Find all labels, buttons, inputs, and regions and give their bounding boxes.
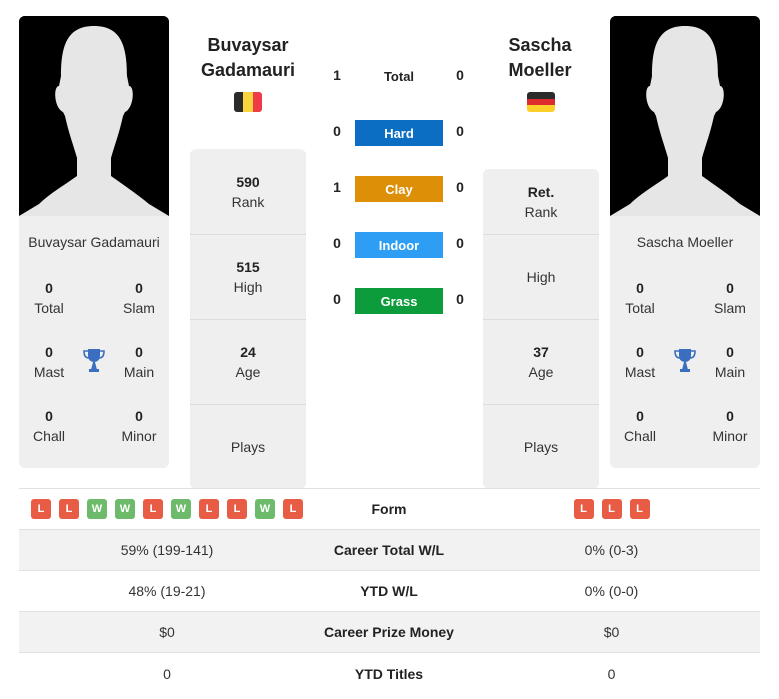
h2h-grass-p2: 0 [456, 291, 464, 307]
h2h-grass-p1: 0 [333, 291, 341, 307]
player2-titles-chall: 0 Chall [624, 408, 656, 444]
player2-titles-mast: 0 Mast [624, 344, 656, 380]
table-row: 48% (19-21) YTD W/L 0% (0-0) [19, 571, 760, 612]
player2-titles-main: 0 Main [714, 344, 746, 380]
table-row: 59% (199-141) Career Total W/L 0% (0-3) [19, 530, 760, 571]
germany-flag-icon [527, 92, 555, 112]
player-silhouette-icon [19, 16, 169, 216]
player1-card: Buvaysar Gadamauri 0 Total 0 Slam 0 Mast… [19, 16, 169, 468]
form-badge-win[interactable]: W [255, 499, 275, 519]
h2h-total-p1: 1 [333, 67, 341, 83]
player1-titles-slam: 0 Slam [123, 280, 155, 316]
player1-value: $0 [159, 624, 175, 640]
player2-titles-minor: 0 Minor [712, 408, 748, 444]
form-badge-loss[interactable]: L [573, 499, 594, 519]
player1-titles-chall: 0 Chall [33, 408, 65, 444]
surface-indoor[interactable]: Indoor [355, 232, 443, 258]
h2h-indoor-p1: 0 [333, 235, 341, 251]
form-badge-loss[interactable]: L [59, 499, 79, 519]
table-row-form: LLWWLWLLWL Form LLL [19, 489, 760, 530]
row-label: Career Prize Money [324, 624, 454, 640]
player1-value: 59% (199-141) [120, 542, 214, 558]
player1-form: LLWWLWLLWL [19, 499, 315, 519]
player1-age: 24 Age [190, 319, 306, 404]
player1-titles-total: 0 Total [34, 280, 64, 316]
player2-rank: Ret. Rank [524, 183, 558, 220]
h2h-hard-p2: 0 [456, 123, 464, 139]
player2-age: 37 Age [483, 319, 599, 404]
surface-clay[interactable]: Clay [355, 176, 443, 202]
h2h-hard-p1: 0 [333, 123, 341, 139]
player2-value: $0 [603, 624, 620, 640]
player2-titles-total: 0 Total [625, 280, 655, 316]
row-label: YTD W/L [360, 583, 418, 599]
form-badge-win[interactable]: W [171, 499, 191, 519]
form-badge-loss[interactable]: L [227, 499, 247, 519]
trophy-icon [673, 347, 697, 373]
player1-value: 48% (19-21) [128, 583, 206, 599]
player1-titles-minor: 0 Minor [121, 408, 157, 444]
player2-name[interactable]: Sascha Moeller [475, 33, 605, 83]
player2-titles-slam: 0 Slam [714, 280, 746, 316]
form-badge-loss[interactable]: L [601, 499, 622, 519]
player2-card: Sascha Moeller 0 Total 0 Slam 0 Mast 0 M… [610, 16, 760, 468]
comparison-table: LLWWLWLLWL Form LLL 59% (199-141) Career… [19, 488, 760, 694]
row-label: Career Total W/L [333, 542, 445, 558]
player1-info: 590 Rank 515 High 24 Age Plays [190, 149, 306, 489]
h2h-clay-p1: 1 [333, 179, 341, 195]
player2-photo[interactable] [610, 16, 760, 216]
player2-high: High [483, 234, 599, 319]
form-badge-loss[interactable]: L [199, 499, 219, 519]
player1-plays: Plays [190, 404, 306, 489]
row-label: YTD Titles [354, 665, 424, 682]
row-label: Form [371, 501, 407, 517]
h2h-total-p2: 0 [456, 67, 464, 83]
player2-value: 0 [607, 665, 616, 682]
form-badge-loss[interactable]: L [629, 499, 650, 519]
player2-form: LLL [463, 499, 760, 519]
form-badge-loss[interactable]: L [31, 499, 51, 519]
belgium-flag-icon [234, 92, 262, 112]
form-badge-win[interactable]: W [87, 499, 107, 519]
h2h-clay-p2: 0 [456, 179, 464, 195]
player2-plays: Plays [483, 404, 599, 489]
player2-value: 0% (0-3) [584, 542, 639, 558]
form-badge-win[interactable]: W [115, 499, 135, 519]
player1-value: 0 [163, 665, 171, 682]
table-row: $0 Career Prize Money $0 [19, 612, 760, 653]
player1-titles-main: 0 Main [123, 344, 155, 380]
player2-card-name[interactable]: Sascha Moeller [610, 234, 760, 250]
table-row: 0 YTD Titles 0 [19, 653, 760, 694]
player2-info: Ret. Rank High 37 Age Plays [483, 169, 599, 489]
player1-titles-mast: 0 Mast [33, 344, 65, 380]
player2-value: 0% (0-0) [584, 583, 639, 599]
player1-high: 515 High [190, 234, 306, 319]
form-badge-loss[interactable]: L [143, 499, 163, 519]
h2h-total-label: Total [383, 69, 415, 84]
h2h-indoor-p2: 0 [456, 235, 464, 251]
form-badge-loss[interactable]: L [283, 499, 303, 519]
trophy-icon [82, 347, 106, 373]
player1-rank: 590 Rank [231, 173, 265, 210]
surface-grass[interactable]: Grass [355, 288, 443, 314]
player1-name[interactable]: Buvaysar Gadamauri [183, 33, 313, 83]
player1-photo[interactable] [19, 16, 169, 216]
surface-hard[interactable]: Hard [355, 120, 443, 146]
player-silhouette-icon [610, 16, 760, 216]
player1-card-name[interactable]: Buvaysar Gadamauri [19, 234, 169, 250]
